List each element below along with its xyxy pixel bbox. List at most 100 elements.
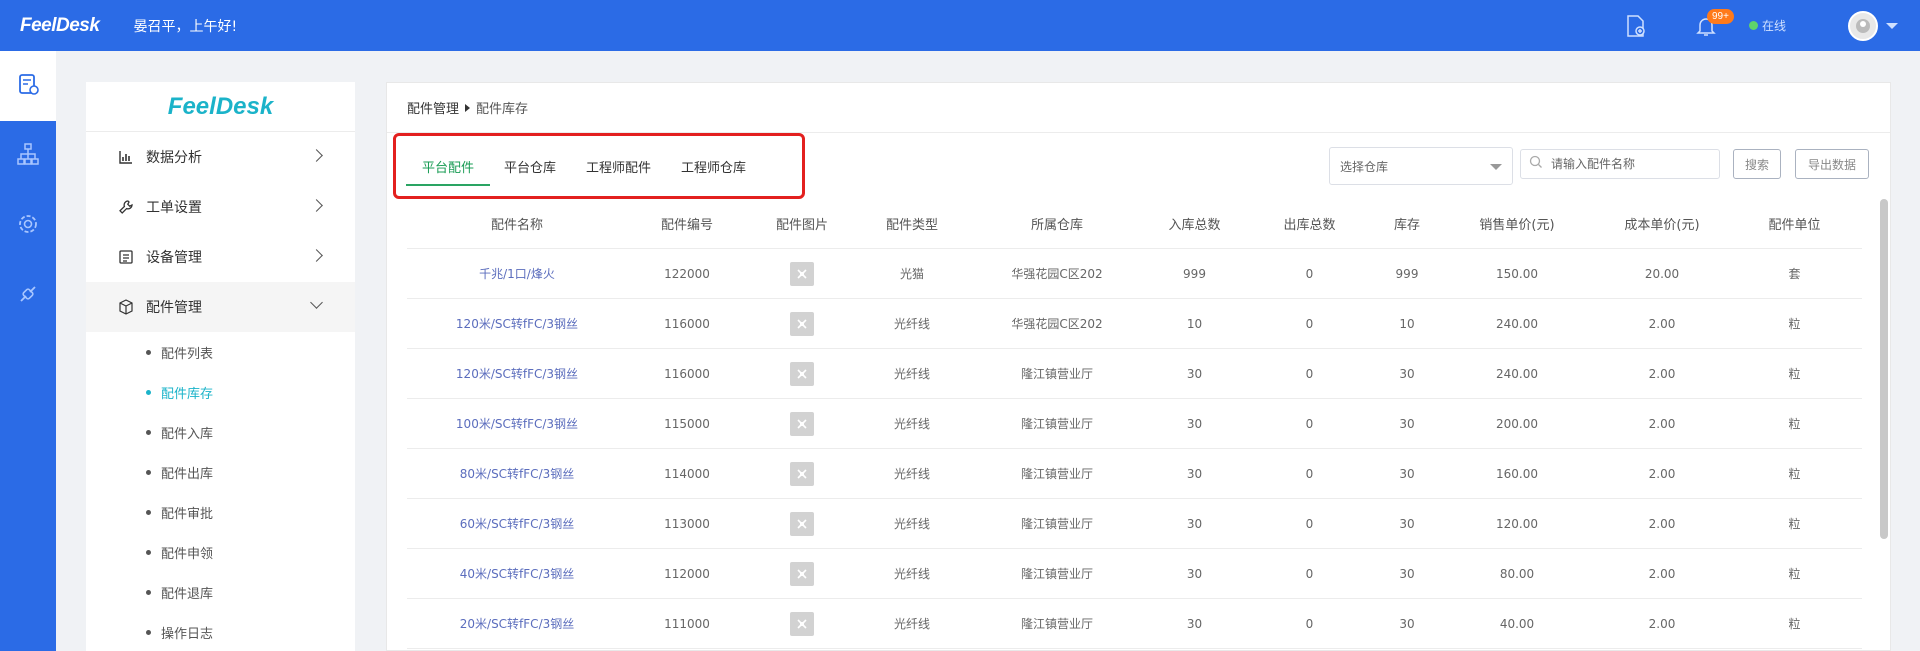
table-cell: 20.00 bbox=[1644, 266, 1680, 281]
export-button[interactable]: 导出数据 bbox=[1795, 149, 1869, 179]
user-avatar[interactable] bbox=[1848, 10, 1878, 41]
column-header: 成本单价(元) bbox=[1624, 218, 1700, 233]
part-image-cell bbox=[747, 311, 857, 336]
table-row[interactable]: 60米/SC转fFC/3钢丝 113000 光纤线 隆江镇营业厅 30 0 30 120.00… bbox=[407, 499, 1862, 549]
chevron-right-icon bbox=[310, 249, 323, 262]
table-cell: 0 bbox=[1305, 266, 1314, 281]
menu-item-device-management[interactable]: 设备管理 bbox=[86, 232, 355, 282]
chevron-right-icon bbox=[310, 199, 323, 212]
table-row[interactable]: 40米/SC转fFC/3钢丝 112000 光纤线 隆江镇营业厅 30 0 30 80.00 2… bbox=[407, 549, 1862, 599]
notification-badge: 99+ bbox=[1706, 8, 1734, 24]
table-cell: 30 bbox=[1399, 466, 1415, 481]
table-cell: 2.00 bbox=[1648, 516, 1676, 531]
table-cell: 115000 bbox=[664, 416, 710, 431]
vertical-scrollbar[interactable] bbox=[1880, 199, 1888, 539]
table-row[interactable]: 80米/SC转fFC/3钢丝 114000 光纤线 隆江镇营业厅 30 0 30 160.00… bbox=[407, 449, 1862, 499]
image-placeholder-icon[interactable] bbox=[790, 611, 814, 636]
part-name-cell[interactable]: 120米/SC转fFC/3钢丝 bbox=[407, 365, 627, 382]
brand-logo[interactable]: FeelDesk bbox=[20, 15, 100, 37]
column-header: 销售单价(元) bbox=[1479, 218, 1555, 233]
part-image-cell bbox=[747, 611, 857, 636]
sub-item-operation-log[interactable]: 操作日志 bbox=[86, 612, 355, 651]
table-cell: 2.00 bbox=[1648, 466, 1676, 481]
rail-item-integration[interactable] bbox=[0, 261, 56, 331]
part-name-cell[interactable]: 80米/SC转fFC/3钢丝 bbox=[407, 465, 627, 482]
image-placeholder-icon[interactable] bbox=[790, 561, 814, 586]
table-cell: 30 bbox=[1399, 366, 1415, 381]
menu-item-data-analysis[interactable]: 数据分析 bbox=[86, 132, 355, 182]
search-box[interactable] bbox=[1520, 149, 1720, 179]
part-image-cell bbox=[747, 511, 857, 536]
table-cell: 122000 bbox=[664, 266, 710, 281]
table-cell: 粒 bbox=[1788, 317, 1801, 331]
menu-item-parts-management[interactable]: 配件管理 bbox=[86, 282, 355, 332]
search-input[interactable] bbox=[1551, 157, 1711, 171]
image-placeholder-icon[interactable] bbox=[790, 461, 814, 486]
image-placeholder-icon[interactable] bbox=[790, 311, 814, 336]
table-cell: 30 bbox=[1399, 516, 1415, 531]
bullet-icon bbox=[146, 469, 151, 475]
table-row[interactable]: 20米/SC转fFC/3钢丝 111000 光纤线 隆江镇营业厅 30 0 30 40.00 2… bbox=[407, 599, 1862, 649]
table-cell: 30 bbox=[1186, 516, 1203, 531]
rail-item-organization[interactable] bbox=[0, 121, 56, 191]
part-name-cell[interactable]: 120米/SC转fFC/3钢丝 bbox=[407, 315, 627, 332]
part-name-cell[interactable]: 千兆/1口/烽火 bbox=[407, 265, 627, 282]
image-placeholder-icon[interactable] bbox=[790, 511, 814, 536]
sub-item-parts-request[interactable]: 配件申领 bbox=[86, 532, 355, 572]
rail-item-settings[interactable] bbox=[0, 191, 56, 261]
new-document-icon[interactable] bbox=[1623, 13, 1649, 39]
part-name-cell[interactable]: 40米/SC转fFC/3钢丝 bbox=[407, 565, 627, 582]
breadcrumb-separator-icon bbox=[465, 103, 471, 112]
image-placeholder-icon[interactable] bbox=[790, 261, 814, 286]
breadcrumb-parent[interactable]: 配件管理 bbox=[407, 98, 459, 117]
part-image-cell bbox=[747, 461, 857, 486]
sub-item-parts-inventory[interactable]: 配件库存 bbox=[86, 372, 355, 412]
rail-item-workorder[interactable] bbox=[0, 51, 56, 121]
part-image-cell bbox=[747, 261, 857, 286]
table-cell: 113000 bbox=[664, 516, 710, 531]
tab-platform-warehouse[interactable]: 平台仓库 bbox=[504, 133, 556, 199]
warehouse-select[interactable]: 选择仓库 bbox=[1329, 147, 1513, 185]
tab-engineer-parts[interactable]: 工程师配件 bbox=[586, 133, 651, 199]
clipboard-gear-icon bbox=[15, 71, 41, 101]
table-row[interactable]: 120米/SC转fFC/3钢丝 116000 光纤线 华强花园C区202 10 0 10 24… bbox=[407, 299, 1862, 349]
sub-item-label: 配件申领 bbox=[161, 546, 214, 562]
table-cell: 隆江镇营业厅 bbox=[1020, 617, 1093, 631]
table-row[interactable]: 千兆/1口/烽火 122000 光猫 华强花园C区202 999 0 999 150.00 20… bbox=[407, 249, 1862, 299]
table-cell: 40.00 bbox=[1499, 616, 1535, 631]
table-cell: 2.00 bbox=[1648, 566, 1676, 581]
table-row[interactable]: 120米/SC转fFC/3钢丝 116000 光纤线 隆江镇营业厅 30 0 30 240.0… bbox=[407, 349, 1862, 399]
sub-item-parts-return[interactable]: 配件退库 bbox=[86, 572, 355, 612]
image-placeholder-icon[interactable] bbox=[790, 411, 814, 436]
chevron-down-icon bbox=[310, 296, 323, 309]
table-cell: 粒 bbox=[1788, 567, 1801, 581]
left-rail bbox=[0, 51, 56, 651]
part-name-cell[interactable]: 60米/SC转fFC/3钢丝 bbox=[407, 515, 627, 532]
table-cell: 10 bbox=[1186, 316, 1203, 331]
table-cell: 2.00 bbox=[1648, 316, 1676, 331]
search-button[interactable]: 搜索 bbox=[1733, 149, 1781, 179]
table-cell: 光纤线 bbox=[893, 517, 930, 531]
table-cell: 0 bbox=[1305, 466, 1314, 481]
device-list-icon bbox=[116, 247, 136, 267]
table-cell: 200.00 bbox=[1496, 416, 1538, 431]
online-status[interactable]: 在线 bbox=[1748, 17, 1786, 34]
tab-platform-parts[interactable]: 平台配件 bbox=[405, 133, 491, 199]
sub-item-parts-approval[interactable]: 配件审批 bbox=[86, 492, 355, 532]
table-row[interactable]: 100米/SC转fFC/3钢丝 115000 光纤线 隆江镇营业厅 30 0 30 200.0… bbox=[407, 399, 1862, 449]
sub-item-parts-list[interactable]: 配件列表 bbox=[86, 332, 355, 372]
sub-item-parts-inbound[interactable]: 配件入库 bbox=[86, 412, 355, 452]
table-cell: 套 bbox=[1788, 267, 1801, 281]
part-name-cell[interactable]: 20米/SC转fFC/3钢丝 bbox=[407, 615, 627, 632]
tab-engineer-warehouse[interactable]: 工程师仓库 bbox=[681, 133, 746, 199]
part-name-cell[interactable]: 100米/SC转fFC/3钢丝 bbox=[407, 415, 627, 432]
menu-item-workorder-settings[interactable]: 工单设置 bbox=[86, 182, 355, 232]
top-right-toolbar: 99+ 在线 bbox=[1623, 0, 1920, 51]
sub-item-label: 配件退库 bbox=[161, 586, 214, 602]
image-placeholder-icon[interactable] bbox=[790, 361, 814, 386]
tab-bar: 平台配件 平台仓库 工程师配件 工程师仓库 bbox=[393, 133, 805, 199]
table-cell: 150.00 bbox=[1496, 266, 1538, 281]
sub-item-parts-outbound[interactable]: 配件出库 bbox=[86, 452, 355, 492]
notification-bell-icon[interactable]: 99+ bbox=[1693, 8, 1734, 39]
user-menu-caret-icon[interactable] bbox=[1886, 22, 1898, 29]
